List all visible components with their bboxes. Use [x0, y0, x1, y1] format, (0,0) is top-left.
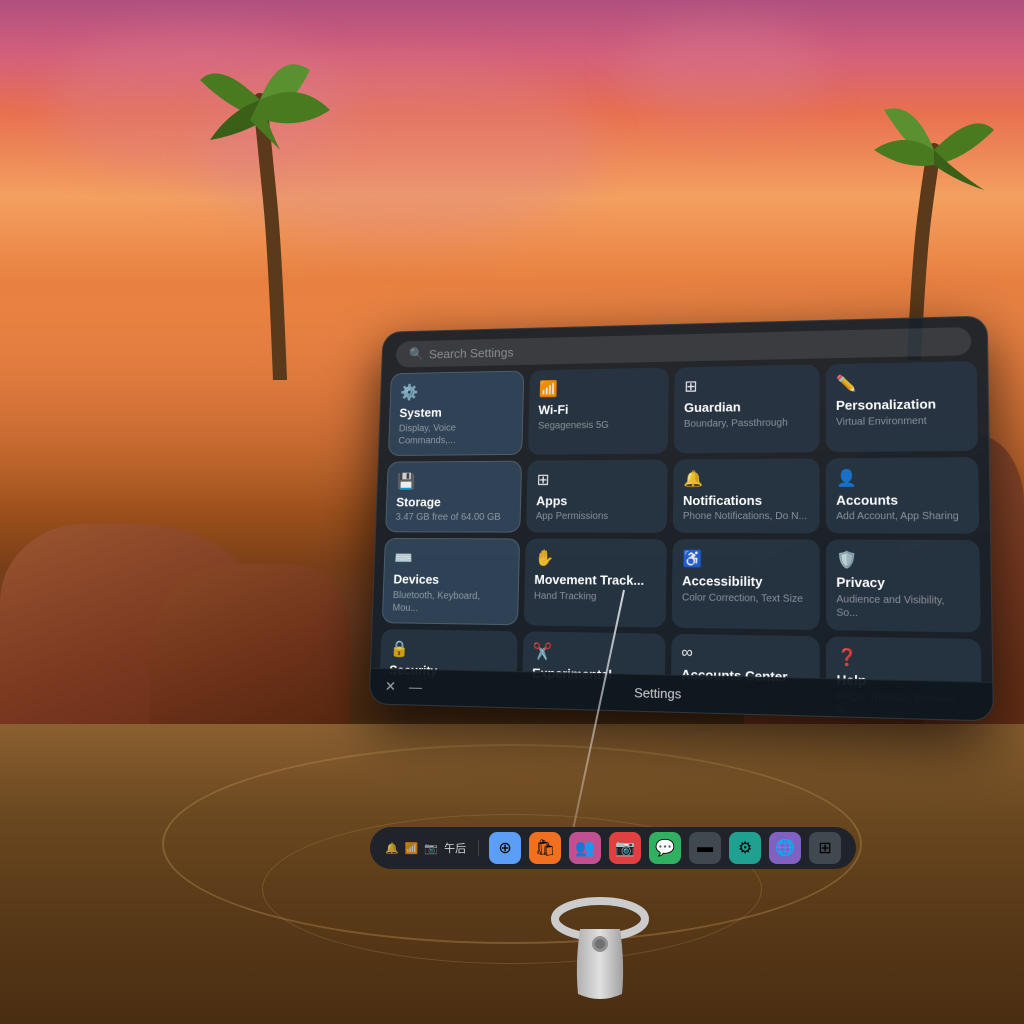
system-icon: ⚙️: [400, 381, 514, 402]
movement-subtitle: Hand Tracking: [534, 590, 656, 604]
system-title: System: [399, 404, 513, 420]
accessibility-title: Accessibility: [682, 573, 809, 590]
search-input-wrap[interactable]: 🔍 Search Settings: [396, 327, 972, 368]
settings-item-privacy[interactable]: 🛡️ Privacy Audience and Visibility, So..…: [826, 540, 981, 633]
cloud-3: [624, 20, 824, 120]
notifications-icon: 🔔: [683, 468, 809, 489]
guardian-title: Guardian: [684, 398, 809, 415]
taskbar-apps: ⊕ 🛍 👥 📷 💬 ▬ ⚙ 🌐 ⊞: [489, 832, 841, 864]
camera-icon: 📷: [424, 842, 438, 855]
taskbar-app-7[interactable]: ⚙: [729, 832, 761, 864]
wifi-title: Wi-Fi: [538, 401, 658, 418]
privacy-icon: 🛡️: [836, 550, 969, 572]
apps-title: Apps: [536, 493, 657, 509]
settings-panel: 🔍 Search Settings ⚙️ System Display, Voi…: [369, 315, 994, 721]
settings-item-guardian[interactable]: ⊞ Guardian Boundary, Passthrough: [674, 364, 820, 453]
settings-item-personalization[interactable]: ✏️ Personalization Virtual Environment: [826, 361, 978, 452]
search-placeholder: Search Settings: [429, 345, 514, 361]
devices-subtitle: Bluetooth, Keyboard, Mou...: [392, 589, 508, 616]
taskbar-app-5[interactable]: 💬: [649, 832, 681, 864]
settings-item-apps[interactable]: ⊞ Apps App Permissions: [526, 459, 668, 533]
guardian-icon: ⊞: [684, 375, 809, 397]
taskbar-status: 🔔 📶 📷 午后: [385, 840, 479, 856]
settings-item-notifications[interactable]: 🔔 Notifications Phone Notifications, Do …: [673, 458, 820, 534]
movement-title: Movement Track...: [534, 572, 656, 589]
personalization-subtitle: Virtual Environment: [836, 414, 967, 429]
accounts-title: Accounts: [836, 492, 968, 508]
settings-item-movement[interactable]: ✋ Movement Track... Hand Tracking: [524, 539, 667, 628]
apps-icon: ⊞: [537, 469, 658, 489]
settings-grid: ⚙️ System Display, Voice Commands,... 📶 …: [369, 361, 993, 722]
taskbar-app-9[interactable]: ⊞: [809, 832, 841, 864]
bottom-bar-spacer: [910, 700, 975, 702]
wifi-subtitle: Segagenesis 5G: [538, 418, 659, 432]
wifi-status-icon: 📶: [405, 842, 419, 855]
taskbar: 🔔 📶 📷 午后 ⊕ 🛍 👥 📷 💬 ▬ ⚙ 🌐 ⊞: [370, 827, 856, 869]
accessibility-subtitle: Color Correction, Text Size: [682, 591, 809, 606]
storage-subtitle: 3.47 GB free of 64.00 GB: [395, 511, 510, 524]
search-icon: 🔍: [409, 346, 424, 361]
taskbar-app-3[interactable]: 👥: [569, 832, 601, 864]
settings-item-accounts[interactable]: 👤 Accounts Add Account, App Sharing: [826, 457, 979, 534]
time-display: 午后: [444, 840, 466, 856]
storage-icon: 💾: [397, 471, 512, 491]
help-icon: ❓: [836, 647, 970, 671]
settings-item-devices[interactable]: ⌨️ Devices Bluetooth, Keyboard, Mou...: [382, 538, 520, 625]
palm-tree-left: [200, 50, 360, 380]
wifi-icon: 📶: [539, 377, 659, 398]
movement-icon: ✋: [535, 549, 657, 570]
security-icon: 🔒: [390, 639, 508, 661]
devices-title: Devices: [393, 572, 509, 588]
taskbar-app-8[interactable]: 🌐: [769, 832, 801, 864]
accessibility-icon: ♿: [682, 549, 809, 570]
devices-icon: ⌨️: [394, 549, 509, 569]
accounts-subtitle: Add Account, App Sharing: [836, 510, 968, 523]
ground: [0, 724, 1024, 1024]
notifications-title: Notifications: [683, 492, 809, 508]
bell-icon: 🔔: [385, 842, 399, 855]
settings-item-accessibility[interactable]: ♿ Accessibility Color Correction, Text S…: [672, 539, 820, 630]
apps-subtitle: App Permissions: [536, 510, 657, 523]
guardian-subtitle: Boundary, Passthrough: [684, 416, 810, 430]
experimental-icon: ✂️: [532, 641, 655, 664]
minimize-button[interactable]: —: [409, 679, 423, 696]
meta-icon: ∞: [681, 644, 809, 665]
vr-controller: [545, 884, 655, 1019]
taskbar-app-2[interactable]: 🛍: [529, 832, 561, 864]
system-subtitle: Display, Voice Commands,...: [398, 421, 512, 447]
close-button[interactable]: ✕: [385, 678, 396, 695]
bottom-bar-controls: ✕ —: [385, 678, 423, 696]
accounts-icon: 👤: [836, 467, 968, 488]
settings-item-storage[interactable]: 💾 Storage 3.47 GB free of 64.00 GB: [385, 460, 522, 533]
privacy-subtitle: Audience and Visibility, So...: [836, 593, 969, 622]
settings-item-wifi[interactable]: 📶 Wi-Fi Segagenesis 5G: [528, 368, 669, 455]
personalization-title: Personalization: [836, 396, 967, 414]
personalization-icon: ✏️: [836, 371, 967, 393]
storage-title: Storage: [396, 494, 511, 509]
taskbar-app-6[interactable]: ▬: [689, 832, 721, 864]
settings-item-system[interactable]: ⚙️ System Display, Voice Commands,...: [388, 371, 524, 456]
panel-title: Settings: [634, 685, 681, 702]
taskbar-app-1[interactable]: ⊕: [489, 832, 521, 864]
taskbar-app-4[interactable]: 📷: [609, 832, 641, 864]
notifications-subtitle: Phone Notifications, Do N...: [683, 510, 810, 523]
privacy-title: Privacy: [836, 575, 969, 592]
